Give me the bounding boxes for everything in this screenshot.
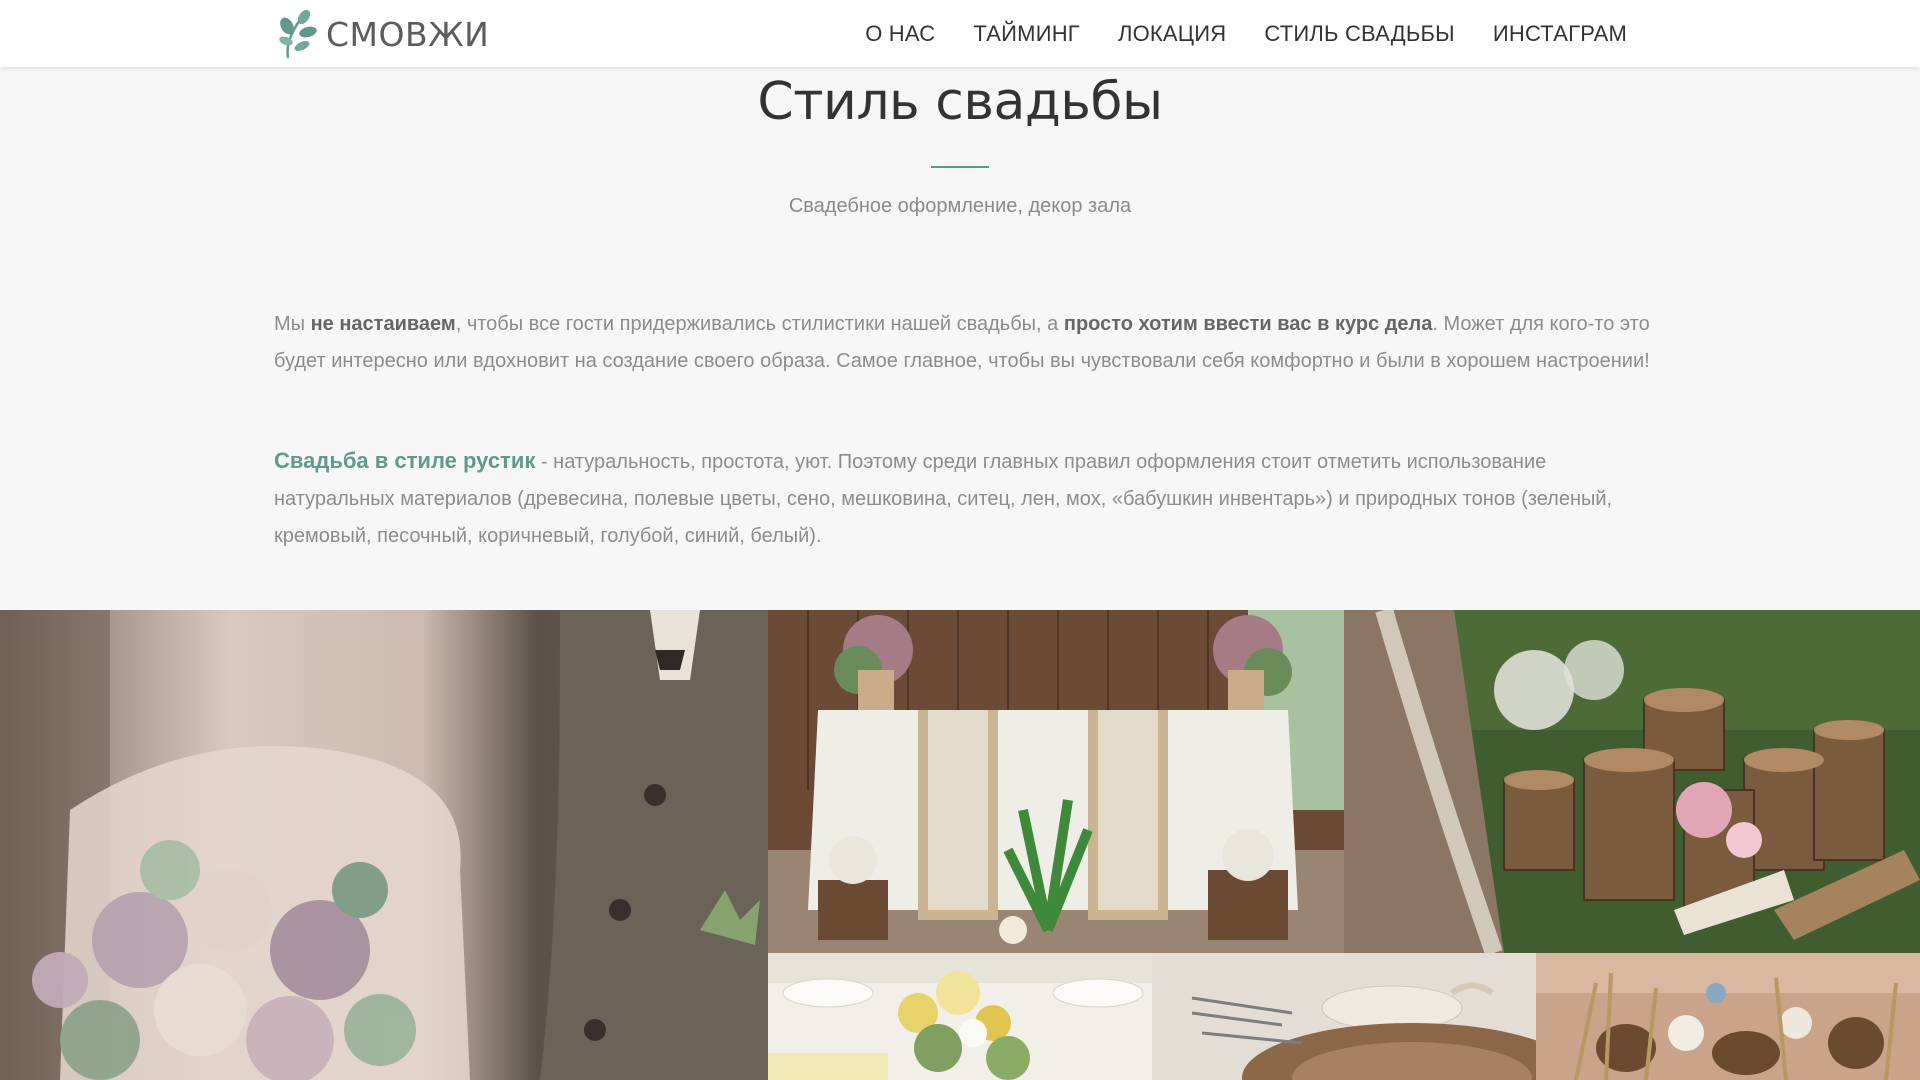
nav-item-about[interactable]: О НАС bbox=[865, 21, 935, 47]
intro-text-2: , чтобы все гости придерживались стилист… bbox=[455, 313, 1064, 335]
rustic-heading: Свадьба в стиле рустик bbox=[274, 448, 536, 473]
intro-text-1: Мы bbox=[274, 313, 311, 335]
photo-place-setting[interactable] bbox=[1152, 953, 1536, 1080]
photo-log-decor[interactable] bbox=[1344, 610, 1920, 953]
brand-name: СМОВЖИ bbox=[326, 14, 490, 54]
nav-item-wedding-style[interactable]: СТИЛЬ СВАДЬБЫ bbox=[1264, 21, 1454, 47]
section-subtitle: Свадебное оформление, декор зала bbox=[788, 195, 1132, 217]
intro-paragraph: Мы не настаиваем, чтобы все гости придер… bbox=[274, 306, 1650, 380]
title-divider bbox=[931, 166, 989, 168]
rustic-paragraph: Свадьба в стиле рустик - натуральность, … bbox=[274, 442, 1650, 555]
intro-bold-1: не настаиваем bbox=[310, 313, 456, 335]
leaf-logo-icon bbox=[279, 9, 317, 59]
section-title: Стиль свадьбы bbox=[757, 72, 1163, 132]
nav-item-timing[interactable]: ТАЙМИНГ bbox=[973, 21, 1080, 47]
logo[interactable]: СМОВЖИ bbox=[278, 8, 489, 60]
intro-bold-2: просто хотим ввести вас в курс дела bbox=[1063, 313, 1433, 335]
photo-rustic-table[interactable] bbox=[768, 610, 1344, 953]
site-header: СМОВЖИ О НАС ТАЙМИНГ ЛОКАЦИЯ СТИЛЬ СВАДЬ… bbox=[0, 0, 1920, 67]
main-nav: О НАС ТАЙМИНГ ЛОКАЦИЯ СТИЛЬ СВАДЬБЫ ИНСТ… bbox=[827, 0, 1627, 67]
nav-item-location[interactable]: ЛОКАЦИЯ bbox=[1118, 21, 1226, 47]
photo-yellow-flowers[interactable] bbox=[768, 953, 1152, 1080]
photo-bride-bouquet[interactable] bbox=[0, 610, 768, 1080]
photo-pinecone-decor[interactable] bbox=[1536, 953, 1920, 1080]
nav-item-instagram[interactable]: ИНСТАГРАМ bbox=[1493, 21, 1627, 47]
